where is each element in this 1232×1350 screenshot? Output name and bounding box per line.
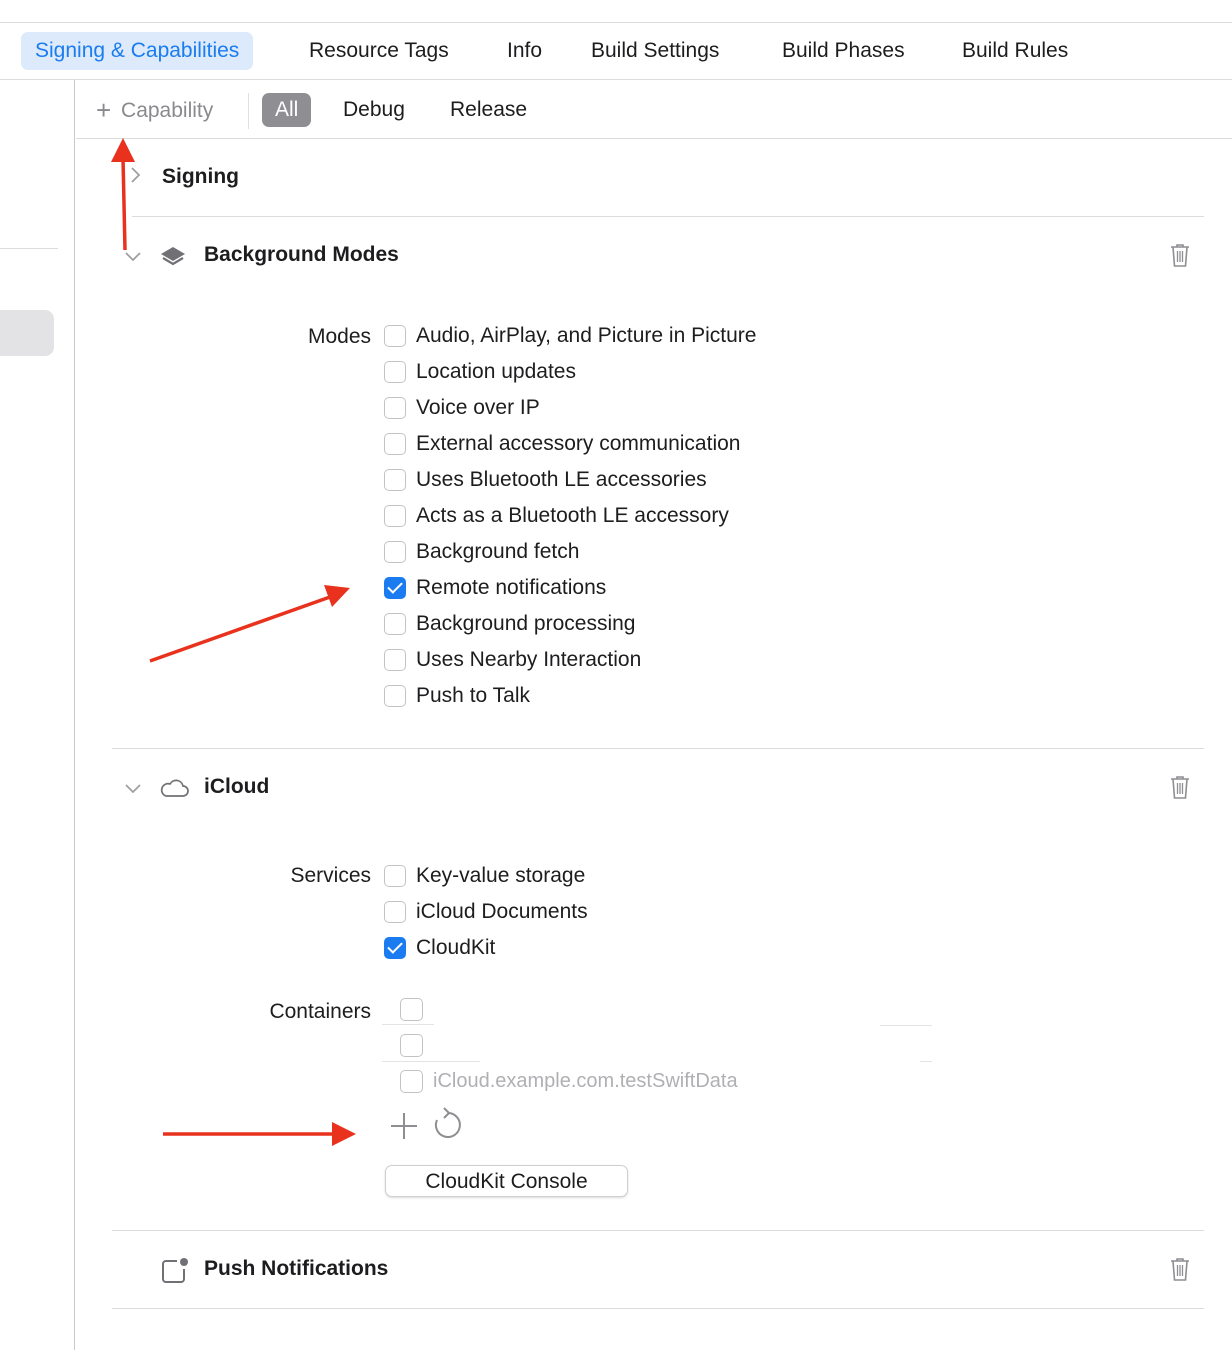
add-capability-label: Capability (121, 99, 214, 122)
delete-push-notifications-trash-icon[interactable] (1168, 1256, 1192, 1287)
background-mode-checkbox[interactable] (384, 649, 406, 671)
plus-icon: + (96, 95, 112, 125)
push-notifications-title: Push Notifications (204, 1257, 389, 1280)
container-checkbox[interactable] (400, 1034, 423, 1057)
signing-divider (132, 216, 1204, 217)
background-mode-option[interactable]: Background fetch (384, 539, 579, 565)
background-mode-label: Remote notifications (416, 576, 607, 599)
add-container-plus-icon[interactable] (388, 1110, 420, 1147)
annotation-arrow-diagonal-icon (149, 585, 350, 663)
container-row[interactable]: iCloud.example.com.testSwiftData (400, 1070, 738, 1093)
background-mode-checkbox[interactable] (384, 613, 406, 635)
sidebar-selected-target[interactable] (0, 310, 54, 356)
container-divider (382, 1024, 434, 1025)
container-divider (382, 1061, 480, 1062)
filter-bar-divider (76, 138, 1232, 139)
background-mode-checkbox[interactable] (384, 361, 406, 383)
background-mode-option[interactable]: Acts as a Bluetooth LE accessory (384, 503, 729, 529)
top-divider (0, 22, 1232, 23)
background-mode-checkbox[interactable] (384, 577, 406, 599)
add-capability-button[interactable]: + Capability (96, 93, 213, 127)
background-mode-label: Uses Bluetooth LE accessories (416, 468, 707, 491)
chevron-down-icon[interactable] (123, 247, 143, 268)
background-mode-label: External accessory communication (416, 432, 741, 455)
tabbar-divider (0, 79, 1232, 80)
background-mode-label: Uses Nearby Interaction (416, 648, 642, 671)
background-mode-option[interactable]: Push to Talk (384, 683, 530, 709)
push-divider (112, 1308, 1204, 1309)
background-modes-divider (112, 748, 1204, 749)
modes-label: Modes (307, 325, 371, 348)
signing-section-title[interactable]: Signing (162, 165, 239, 189)
icloud-title: iCloud (204, 775, 270, 798)
layers-icon (159, 243, 187, 276)
background-mode-label: Background processing (416, 612, 636, 635)
refresh-containers-icon[interactable] (431, 1106, 465, 1147)
delete-icloud-trash-icon[interactable] (1168, 774, 1192, 805)
annotation-overlay (111, 138, 356, 1146)
cloud-icon (158, 777, 190, 804)
containers-label: Containers (269, 1000, 371, 1023)
config-release-button[interactable]: Release (450, 93, 527, 127)
background-mode-option[interactable]: Voice over IP (384, 395, 540, 421)
icloud-divider (112, 1230, 1204, 1231)
background-mode-checkbox[interactable] (384, 397, 406, 419)
background-mode-option[interactable]: External accessory communication (384, 431, 740, 457)
service-key-value-storage[interactable]: Key-value storage (384, 863, 585, 889)
chevron-right-icon[interactable] (128, 165, 142, 190)
services-label: Services (290, 864, 371, 887)
container-divider (920, 1061, 932, 1062)
service-label: Key-value storage (416, 864, 586, 887)
background-mode-label: Audio, AirPlay, and Picture in Picture (416, 324, 757, 347)
background-mode-option[interactable]: Location updates (384, 359, 576, 385)
tab-signing-capabilities[interactable]: Signing & Capabilities (21, 32, 254, 70)
tab-build-settings[interactable]: Build Settings (591, 32, 719, 70)
sidebar-divider (0, 248, 58, 249)
sidebar-border (74, 80, 75, 1350)
container-divider (880, 1025, 932, 1026)
background-mode-option[interactable]: Uses Bluetooth LE accessories (384, 467, 707, 493)
config-debug-button[interactable]: Debug (343, 93, 405, 127)
container-row[interactable] (400, 1034, 433, 1057)
background-mode-option[interactable]: Audio, AirPlay, and Picture in Picture (384, 323, 756, 349)
service-label: iCloud Documents (416, 900, 588, 923)
cloudkit-console-button[interactable]: CloudKit Console (385, 1165, 628, 1197)
background-mode-option[interactable]: Uses Nearby Interaction (384, 647, 641, 673)
cloudkit-checkbox[interactable] (384, 937, 406, 959)
container-label: iCloud.example.com.testSwiftData (433, 1070, 738, 1092)
container-checkbox[interactable] (400, 1070, 423, 1093)
tab-build-phases[interactable]: Build Phases (782, 32, 905, 70)
background-mode-option[interactable]: Background processing (384, 611, 635, 637)
tab-resource-tags[interactable]: Resource Tags (309, 32, 449, 70)
background-mode-checkbox[interactable] (384, 325, 406, 347)
background-mode-checkbox[interactable] (384, 541, 406, 563)
service-label: CloudKit (416, 936, 496, 959)
background-mode-label: Push to Talk (416, 684, 531, 707)
background-mode-label: Background fetch (416, 540, 580, 563)
key-value-checkbox[interactable] (384, 865, 406, 887)
tab-info[interactable]: Info (507, 32, 542, 70)
container-row[interactable] (400, 998, 433, 1021)
background-mode-label: Voice over IP (416, 396, 540, 419)
background-mode-checkbox[interactable] (384, 469, 406, 491)
background-mode-checkbox[interactable] (384, 433, 406, 455)
delete-background-modes-trash-icon[interactable] (1168, 242, 1192, 273)
background-mode-label: Location updates (416, 360, 576, 383)
background-mode-label: Acts as a Bluetooth LE accessory (416, 504, 729, 527)
filter-divider (248, 93, 249, 129)
background-mode-checkbox[interactable] (384, 505, 406, 527)
tab-build-rules[interactable]: Build Rules (962, 32, 1068, 70)
annotation-arrow-up-icon (111, 138, 135, 251)
config-all-button[interactable]: All (262, 93, 312, 127)
annotation-arrow-right-icon (163, 1122, 356, 1146)
service-cloudkit[interactable]: CloudKit (384, 935, 495, 961)
chevron-down-icon[interactable] (123, 779, 143, 800)
container-checkbox[interactable] (400, 998, 423, 1021)
background-modes-title: Background Modes (204, 243, 399, 266)
push-notification-icon (160, 1257, 190, 1290)
icloud-documents-checkbox[interactable] (384, 901, 406, 923)
background-mode-checkbox[interactable] (384, 685, 406, 707)
service-icloud-documents[interactable]: iCloud Documents (384, 899, 588, 925)
background-mode-option[interactable]: Remote notifications (384, 575, 606, 601)
